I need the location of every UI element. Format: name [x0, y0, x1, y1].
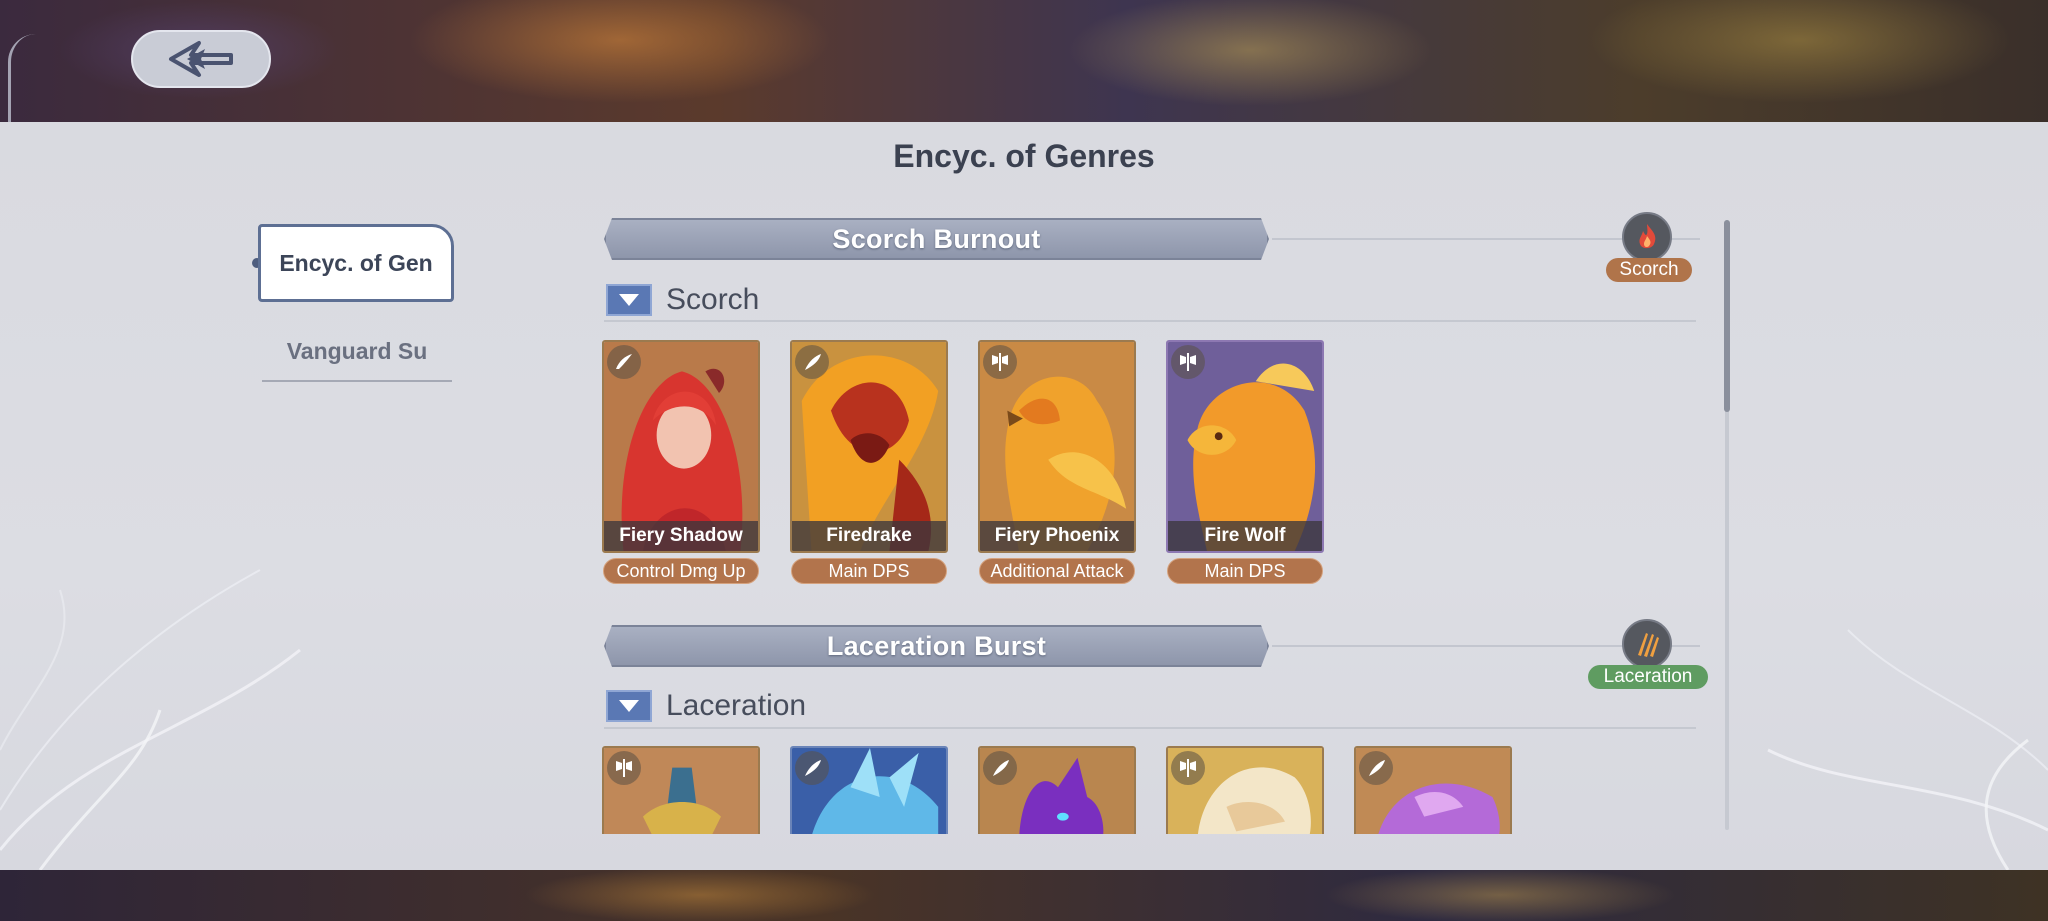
decorative-swirl-left — [0, 569, 301, 870]
claw-slash-icon — [1638, 633, 1659, 657]
genre-badge-label: Scorch — [1619, 259, 1679, 280]
laceration-icon[interactable] — [1622, 619, 1672, 669]
scorch-icon[interactable] — [1622, 212, 1672, 262]
section-underline — [604, 727, 1696, 729]
game-background-top — [0, 0, 2048, 122]
axe-icon — [1171, 345, 1205, 379]
tab-divider — [262, 380, 452, 382]
axe-icon — [1171, 751, 1205, 785]
genre-banner-laceration-burst: Laceration Burst — [604, 625, 1269, 667]
hero-card-fiery-phoenix[interactable]: Fiery Phoenix — [978, 340, 1136, 553]
game-background-bottom — [0, 870, 2048, 921]
hero-role-badge: Main DPS — [791, 558, 947, 584]
feather-icon — [983, 751, 1017, 785]
section-underline — [604, 320, 1696, 322]
tab-vanguard[interactable]: Vanguard Su — [262, 322, 452, 380]
tab-encyc-of-genres[interactable]: Encyc. of Gen — [258, 224, 454, 302]
chevron-down-icon — [619, 700, 639, 712]
section-label: Laceration — [666, 689, 807, 722]
hero-card[interactable] — [1166, 746, 1324, 834]
hero-card-fire-wolf[interactable]: Fire Wolf — [1166, 340, 1324, 553]
hero-card[interactable] — [790, 746, 948, 834]
hero-name: Fiery Phoenix — [980, 521, 1134, 551]
section-label: Scorch — [666, 283, 760, 316]
hero-name: Fiery Shadow — [604, 521, 758, 551]
collapse-toggle[interactable] — [606, 284, 652, 316]
encyclopedia-panel: Encyc. of Genres Encyc. of Gen Vanguard … — [0, 122, 2048, 870]
genre-banner-scorch-burnout: Scorch Burnout — [604, 218, 1269, 260]
back-button[interactable] — [131, 30, 271, 88]
section-header-laceration[interactable]: Laceration — [606, 689, 806, 723]
hero-card[interactable] — [978, 746, 1136, 834]
collapse-toggle[interactable] — [606, 690, 652, 722]
flame-icon — [1639, 224, 1656, 249]
feather-icon — [1359, 751, 1393, 785]
wing-icon — [607, 345, 641, 379]
hero-row-laceration — [600, 746, 1600, 834]
genre-badge-laceration: Laceration — [1588, 665, 1708, 689]
tab-label: Vanguard Su — [286, 337, 428, 364]
hero-card-fiery-shadow[interactable]: Fiery Shadow — [602, 340, 760, 553]
feather-icon — [795, 345, 829, 379]
chevron-down-icon — [619, 294, 639, 306]
hero-card[interactable] — [602, 746, 760, 834]
hero-name: Firedrake — [792, 521, 946, 551]
page-title: Encyc. of Genres — [893, 138, 1155, 174]
section-header-scorch[interactable]: Scorch — [606, 283, 759, 317]
back-arrow-icon — [169, 41, 233, 77]
hero-role-badge: Control Dmg Up — [603, 558, 759, 584]
genre-badge-scorch: Scorch — [1606, 258, 1692, 282]
hero-role-badge: Main DPS — [1167, 558, 1323, 584]
hero-card[interactable] — [1354, 746, 1512, 834]
hero-card-firedrake[interactable]: Firedrake — [790, 340, 948, 553]
hero-name: Fire Wolf — [1168, 521, 1322, 551]
scrollbar-thumb[interactable] — [1724, 220, 1730, 412]
feather-icon — [795, 751, 829, 785]
hero-role-badge: Additional Attack — [979, 558, 1135, 584]
decorative-swirl-right — [1767, 629, 2048, 870]
genre-badge-label: Laceration — [1603, 666, 1693, 687]
axe-icon — [983, 345, 1017, 379]
genre-banner-title: Scorch Burnout — [832, 223, 1041, 254]
axe-icon — [607, 751, 641, 785]
tab-label: Encyc. of Gen — [279, 249, 433, 276]
genre-banner-title: Laceration Burst — [826, 630, 1047, 661]
